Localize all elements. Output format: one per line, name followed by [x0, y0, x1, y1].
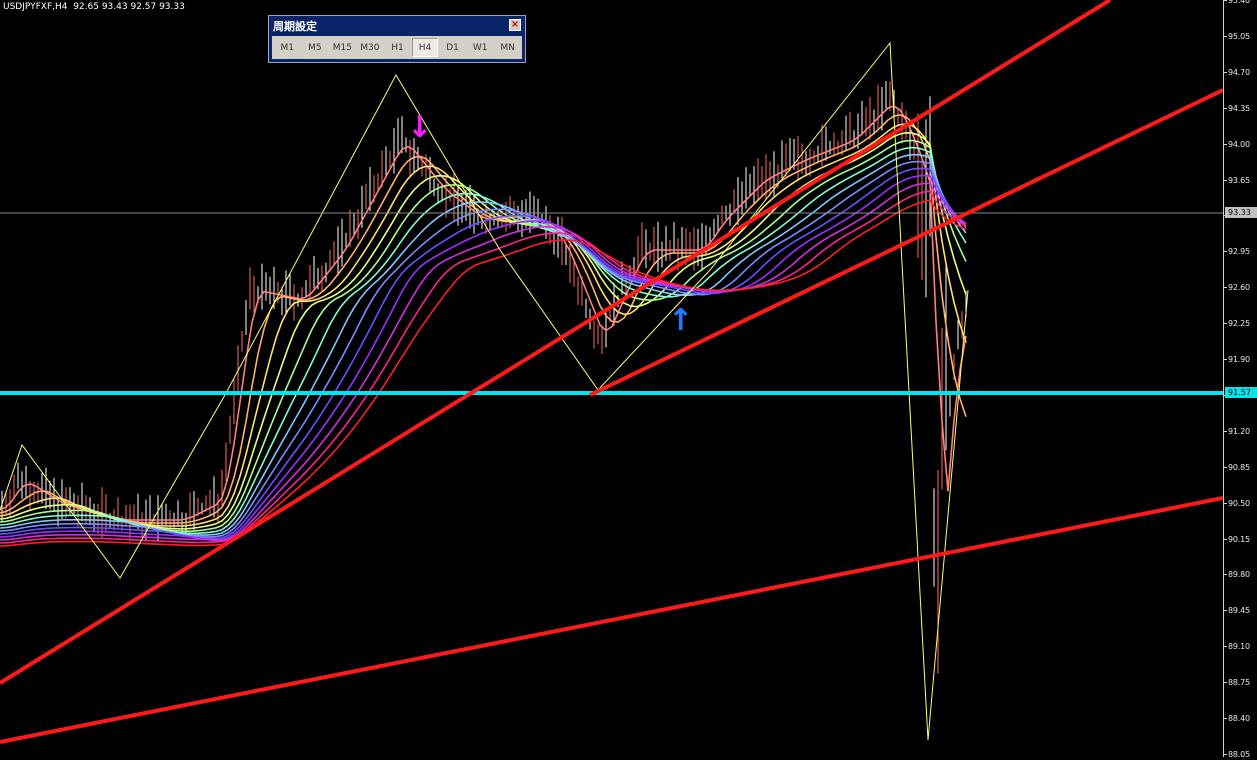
- tick-mark: [1224, 323, 1227, 325]
- tick-label: 90.50: [1228, 498, 1250, 508]
- period-button-m15[interactable]: M15: [329, 38, 356, 57]
- tick-label: 88.05: [1228, 749, 1250, 759]
- price-chart[interactable]: [0, 0, 1223, 757]
- period-button-h4[interactable]: H4: [411, 38, 439, 57]
- tick-label: 92.60: [1228, 283, 1250, 293]
- tick-mark: [1224, 179, 1227, 181]
- moving-average-line: [0, 174, 967, 541]
- tick-label: 95.05: [1228, 31, 1250, 41]
- dialog-title: 周期設定: [273, 20, 317, 33]
- price-axis: 95.4095.0594.7094.3594.0093.6593.3092.95…: [1223, 0, 1257, 759]
- period-button-h1[interactable]: H1: [384, 38, 411, 57]
- tick-label: 88.40: [1228, 714, 1250, 723]
- up-arrow-icon: ↑: [668, 303, 694, 338]
- tick-label: 94.00: [1228, 139, 1250, 149]
- moving-average-line: [0, 153, 967, 536]
- tick-mark: [1224, 143, 1227, 145]
- symbol-label: USDJPYFXF,H4 92.65 93.43 92.57 93.33: [3, 2, 185, 12]
- period-button-d1[interactable]: D1: [439, 38, 466, 57]
- tick-mark: [1224, 107, 1227, 109]
- period-button-m30[interactable]: M30: [357, 38, 384, 57]
- tick-mark: [1224, 35, 1227, 37]
- tick-label: 89.45: [1228, 606, 1250, 616]
- tick-label: 88.75: [1228, 678, 1250, 688]
- period-toolbar: M1 M5 M15 M30 H1 H4 D1 W1 MN: [272, 36, 522, 59]
- tick-label: 89.80: [1228, 570, 1250, 580]
- period-button-w1[interactable]: W1: [467, 38, 494, 57]
- support-price-tag: 91.57: [1225, 387, 1257, 398]
- tick-label: 92.95: [1228, 247, 1250, 257]
- current-price-tag: 93.33: [1225, 207, 1257, 218]
- tick-mark: [1224, 610, 1227, 612]
- tick-label: 92.25: [1228, 319, 1250, 329]
- tick-mark: [1224, 574, 1227, 576]
- tick-mark: [1224, 718, 1227, 719]
- tick-label: 95.40: [1228, 0, 1250, 5]
- tick-mark: [1224, 430, 1227, 432]
- tick-mark: [1224, 359, 1227, 360]
- period-button-mn[interactable]: MN: [494, 38, 521, 57]
- tick-label: 90.15: [1228, 534, 1250, 544]
- close-icon[interactable]: ×: [509, 19, 521, 31]
- tick-label: 94.70: [1228, 67, 1250, 77]
- tick-label: 91.90: [1228, 355, 1250, 364]
- tick-label: 89.10: [1228, 642, 1250, 652]
- period-button-m5[interactable]: M5: [302, 38, 329, 57]
- trend-line-1: [0, 0, 1112, 685]
- tick-mark: [1224, 71, 1227, 73]
- moving-average-line: [0, 167, 967, 540]
- tick-mark: [1224, 287, 1227, 289]
- tick-mark: [1224, 646, 1227, 648]
- tick-label: 93.65: [1228, 175, 1250, 185]
- moving-average-ribbon: [0, 105, 967, 547]
- period-settings-dialog[interactable]: 周期設定 × M1 M5 M15 M30 H1 H4 D1 W1 MN: [268, 15, 526, 63]
- moving-average-line: [0, 160, 967, 538]
- moving-average-line: [0, 182, 967, 542]
- moving-average-line: [0, 131, 967, 530]
- tick-mark: [1224, 0, 1227, 1]
- tick-mark: [1224, 753, 1227, 755]
- tick-mark: [1224, 682, 1227, 684]
- tick-label: 94.35: [1228, 103, 1250, 113]
- tick-label: 90.85: [1228, 462, 1250, 472]
- moving-average-line: [0, 139, 967, 533]
- tick-mark: [1224, 502, 1227, 504]
- chart-area[interactable]: USDJPYFXF,H4 92.65 93.43 92.57 93.33 ↓ ↑…: [0, 0, 1223, 757]
- tick-mark: [1224, 538, 1227, 540]
- tick-mark: [1224, 466, 1227, 468]
- period-button-m1[interactable]: M1: [274, 38, 301, 57]
- tick-label: 91.20: [1228, 426, 1250, 436]
- candles-layer: [1, 81, 967, 674]
- down-arrow-icon: ↓: [407, 110, 433, 145]
- tick-mark: [1224, 251, 1227, 253]
